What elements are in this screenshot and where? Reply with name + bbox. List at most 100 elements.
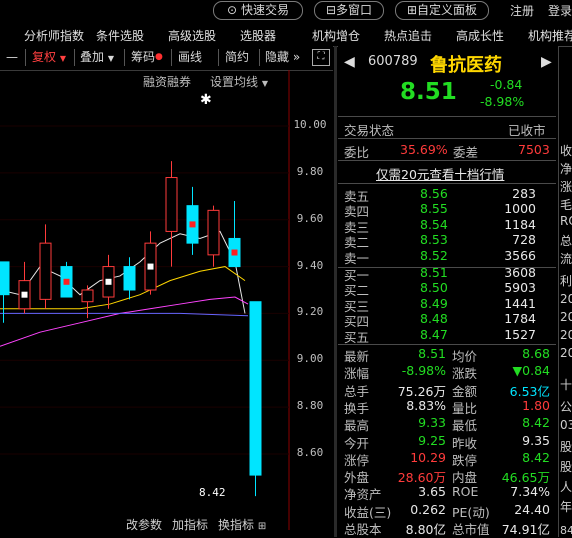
stat-value: 9.33 — [388, 415, 446, 430]
low-price-marker: 8.42 — [199, 486, 226, 499]
clipped-side-text: 20 — [560, 292, 572, 306]
fq-label: 复权 — [32, 50, 56, 64]
fullscreen-icon[interactable]: ⛶ — [312, 49, 330, 66]
multi-window-button[interactable]: ⊟多窗口 — [314, 1, 384, 20]
stats-row: 最新8.51均价8.68 — [338, 346, 558, 363]
stat-label: 涨停 — [344, 450, 369, 469]
stat-label: PE(动) — [452, 502, 490, 521]
ask-volume: 283 — [478, 186, 536, 201]
clipped-side-text: 十 — [560, 376, 572, 393]
custom-panel-button[interactable]: ⊞自定义面板 — [395, 1, 489, 20]
window-icon: ⊟ — [326, 3, 336, 17]
stat-value: 7.34% — [494, 484, 550, 499]
stats-row: 涨幅-8.98%涨跌▼0.84 — [338, 363, 558, 380]
chart-toolbar: — 复权 ▼ 叠加 ▼ 筹码● 画线 简约 隐藏 » ⛶ — [0, 46, 333, 71]
register-link[interactable]: 注册 — [510, 2, 534, 19]
clipped-side-text: 年 — [560, 498, 572, 515]
clipped-side-text: 利 — [560, 272, 572, 289]
menu-item-stock-picker[interactable]: 选股器 — [240, 27, 276, 44]
stat-label: ROE — [452, 484, 478, 499]
menu-item-hotspot[interactable]: 热点追击 — [384, 27, 432, 44]
fast-trade-button[interactable]: ⊙ 快速交易 — [213, 1, 303, 20]
level10-promo-link[interactable]: 仅需20元查看十档行情 — [376, 164, 504, 183]
menu-item-analyst-index[interactable]: 分析师指数 — [24, 27, 84, 44]
clipped-side-text: 总 — [560, 232, 572, 249]
clipped-side-text: 20 — [560, 328, 572, 342]
draw-line-button[interactable]: 画线 — [178, 49, 202, 66]
change-params-button[interactable]: 改参数 — [126, 516, 162, 533]
bid-volume: 1527 — [478, 327, 536, 342]
grid-icon: ⊞ — [258, 521, 266, 532]
ask-price: 8.53 — [420, 232, 448, 247]
stats-row: 最高9.33最低8.42 — [338, 415, 558, 432]
candle-marker — [232, 250, 238, 256]
bid-volume: 1441 — [478, 296, 536, 311]
overlay-dropdown[interactable]: 叠加 ▼ — [80, 49, 114, 66]
stat-value: 8.80亿 — [388, 519, 446, 538]
candle-body — [250, 302, 261, 475]
clipped-side-text: 毛 — [560, 196, 572, 213]
ask-row[interactable]: 卖一8.523566 — [338, 248, 558, 265]
candle-marker — [190, 221, 196, 227]
bid-level-label: 买五 — [344, 327, 369, 346]
stat-label: 涨跌 — [452, 363, 477, 382]
clipped-side-text: 流 — [560, 250, 572, 267]
candle-body — [124, 267, 135, 290]
ask-volume: 1184 — [478, 217, 536, 232]
ask-price: 8.56 — [420, 186, 448, 201]
stat-value: 8.42 — [494, 450, 550, 465]
bid-volume: 3608 — [478, 265, 536, 280]
simple-button[interactable]: 简约 — [225, 49, 249, 66]
stat-value: 8.83% — [388, 398, 446, 413]
menu-item-inst-increase[interactable]: 机构增仓 — [312, 27, 360, 44]
stat-value: 46.65万 — [494, 467, 550, 486]
stats-row: 换手8.83%量比1.80 — [338, 398, 558, 415]
next-stock-icon[interactable]: ▶ — [541, 54, 552, 70]
fq-dropdown[interactable]: 复权 ▼ — [32, 49, 66, 66]
stats-row: 今开9.25昨收9.35 — [338, 433, 558, 450]
candle-body — [0, 262, 9, 295]
hide-label: 隐藏 — [265, 50, 289, 64]
caret-down-icon: ▼ — [60, 54, 66, 63]
candle-marker — [64, 279, 70, 285]
ask-price: 8.55 — [420, 201, 448, 216]
stat-label: 外盘 — [344, 467, 369, 486]
weicha-label: 委差 — [453, 142, 478, 161]
panel-icon: ⊞ — [407, 3, 417, 17]
ask-price: 8.54 — [420, 217, 448, 232]
y-axis-tick-label: 9.20 — [290, 305, 330, 318]
ask-volume: 1000 — [478, 201, 536, 216]
bid-price: 8.47 — [420, 327, 448, 342]
stat-label: 量比 — [452, 398, 477, 417]
clipped-side-text: RO — [560, 214, 572, 228]
login-link[interactable]: 登录 — [548, 2, 572, 19]
stat-label: 总手 — [344, 381, 369, 400]
menu-item-high-growth[interactable]: 高成长性 — [456, 27, 504, 44]
clipped-side-panel: 收净涨毛RO总流利20202020十公03股股人年 84.70 — [558, 46, 572, 537]
custom-panel-label: 自定义面板 — [417, 3, 477, 17]
stats-row: 净资产3.65ROE7.34% — [338, 484, 558, 501]
minus-button[interactable]: — — [6, 49, 18, 66]
chips-button[interactable]: 筹码● — [131, 49, 163, 66]
panel-divider[interactable] — [334, 46, 337, 537]
clipped-side-text: 人 — [560, 478, 572, 495]
stat-label: 最高 — [344, 415, 369, 434]
add-indicator-button[interactable]: 加指标 — [172, 516, 208, 533]
bid-row[interactable]: 买五 8.47 1527 — [338, 327, 558, 344]
ma20-line — [0, 297, 248, 346]
menu-item-advanced-pick[interactable]: 高级选股 — [168, 27, 216, 44]
stat-value: 9.25 — [388, 433, 446, 448]
switch-indicator-button[interactable]: 换指标 ⊞ — [218, 516, 266, 533]
ask-volume: 3566 — [478, 248, 536, 263]
bid-price: 8.49 — [420, 296, 448, 311]
stat-value: 74.91亿 — [494, 519, 550, 538]
menu-item-condition-pick[interactable]: 条件选股 — [96, 27, 144, 44]
hide-button[interactable]: 隐藏 » — [265, 49, 300, 66]
y-axis-tick-label: 10.00 — [290, 118, 330, 131]
clipped-side-text: 20 — [560, 346, 572, 360]
candlestick-plot — [0, 70, 333, 537]
stats-row: 涨停10.29跌停8.42 — [338, 450, 558, 467]
menu-item-inst-recommend[interactable]: 机构推荐 — [528, 27, 572, 44]
stat-label: 最新 — [344, 346, 369, 365]
prev-stock-icon[interactable]: ◀ — [344, 54, 355, 70]
